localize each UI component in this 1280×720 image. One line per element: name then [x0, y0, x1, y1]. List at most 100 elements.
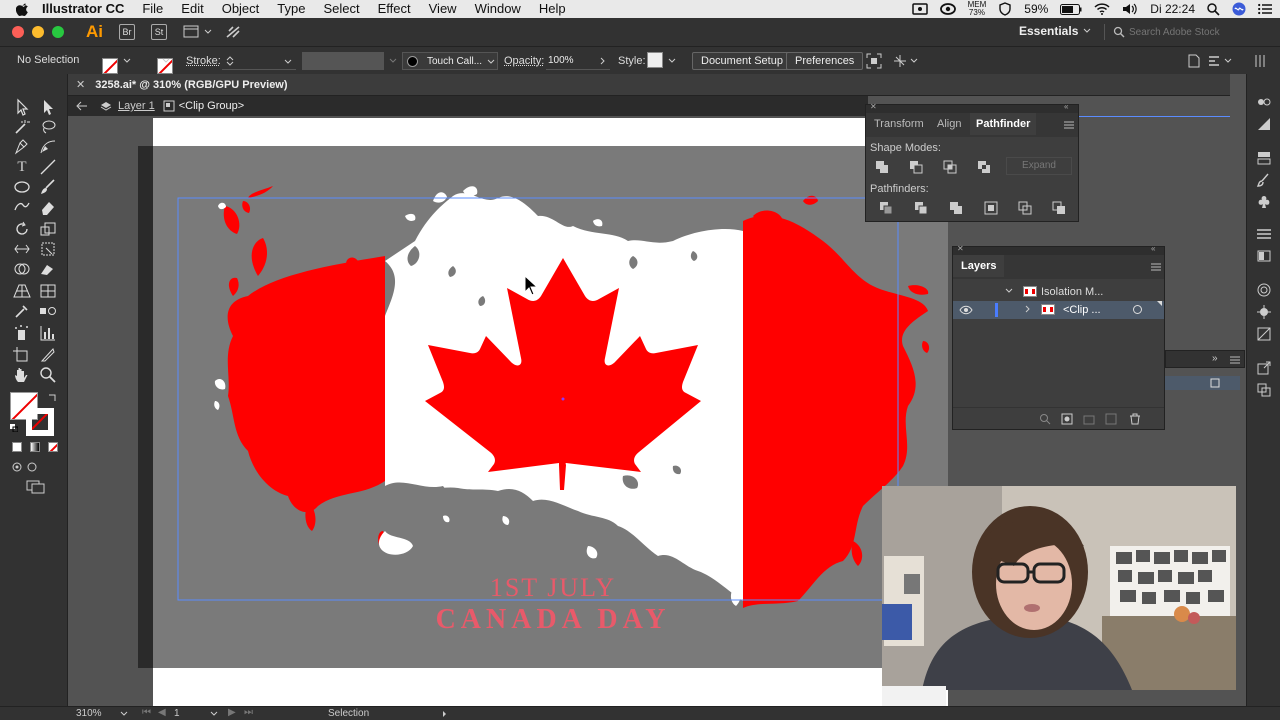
locate-object-icon[interactable] — [1039, 413, 1051, 425]
isolate-icon[interactable] — [866, 53, 882, 69]
transform-icon[interactable] — [892, 53, 918, 69]
outline-icon[interactable] — [1018, 201, 1032, 215]
color-guide-icon[interactable] — [1256, 116, 1272, 132]
layer-row-selected[interactable]: <Clip ... — [953, 301, 1164, 319]
artboards-icon[interactable] — [1256, 382, 1272, 398]
breadcrumb-group[interactable]: <Clip Group> — [179, 100, 244, 112]
tab-pathfinder[interactable]: Pathfinder — [970, 113, 1037, 135]
preferences-button[interactable]: Preferences — [786, 52, 864, 70]
stroke-panel-icon[interactable] — [1256, 226, 1272, 242]
target-circle-icon[interactable] — [1133, 305, 1142, 314]
swatches-icon[interactable] — [1256, 150, 1272, 166]
menu-app-name[interactable]: Illustrator CC — [42, 0, 124, 18]
headline-date[interactable]: 1ST JULY — [490, 573, 616, 602]
chevron-down-icon[interactable] — [210, 711, 218, 717]
artboard-number[interactable]: 1 — [174, 708, 180, 719]
chevron-down-icon[interactable] — [1083, 28, 1091, 34]
stock-search[interactable] — [1104, 24, 1244, 40]
crop-icon[interactable] — [984, 201, 998, 215]
exclude-icon[interactable] — [977, 160, 991, 174]
chevron-right-icon[interactable] — [442, 710, 448, 718]
divide-icon[interactable] — [879, 201, 893, 215]
menu-type[interactable]: Type — [277, 0, 305, 18]
line-segment-tool-icon[interactable] — [38, 158, 58, 176]
shield-icon[interactable] — [998, 2, 1012, 16]
unite-icon[interactable] — [875, 160, 889, 174]
appearance-icon[interactable] — [1256, 282, 1272, 298]
stock-button[interactable]: St — [151, 24, 167, 40]
next-artboard-icon[interactable]: ▶ — [228, 707, 236, 718]
document-tab-title[interactable]: 3258.ai* @ 310% (RGB/GPU Preview) — [95, 79, 287, 91]
align-options-icon[interactable] — [1208, 54, 1234, 68]
hand-tool-icon[interactable] — [12, 366, 32, 384]
chevron-right-icon[interactable] — [1025, 305, 1031, 313]
ellipse-tool-icon[interactable] — [12, 178, 32, 196]
stroke-weight-field[interactable] — [222, 52, 296, 70]
breadcrumb-layer[interactable]: Layer 1 — [118, 100, 155, 112]
tab-transform[interactable]: Transform — [874, 113, 924, 135]
fill-swatch[interactable] — [102, 57, 118, 74]
lasso-tool-icon[interactable] — [38, 118, 58, 136]
brushes-icon[interactable] — [1256, 172, 1272, 188]
apple-icon[interactable] — [16, 2, 30, 16]
none-mode-button[interactable] — [48, 442, 58, 452]
collapsed-panel-row[interactable] — [1165, 376, 1240, 390]
pen-tool-icon[interactable] — [12, 138, 32, 156]
screen-mode-icon[interactable] — [26, 480, 46, 494]
gpu-performance-icon[interactable] — [225, 25, 241, 39]
swap-fill-stroke-icon[interactable] — [48, 392, 58, 402]
battery-icon[interactable] — [1060, 3, 1082, 15]
free-transform-tool-icon[interactable] — [38, 240, 58, 258]
color-icon[interactable] — [1256, 94, 1272, 110]
headline-title[interactable]: CANADA DAY — [436, 604, 671, 635]
eye-icon[interactable] — [959, 305, 973, 315]
panel-menu-icon[interactable] — [1254, 54, 1266, 68]
minus-back-icon[interactable] — [1052, 201, 1066, 215]
stroke-label[interactable]: Stroke: — [186, 55, 221, 67]
previous-artboard-icon[interactable]: ◀ — [158, 707, 166, 718]
mesh-tool-icon[interactable] — [38, 282, 58, 300]
close-tab-icon[interactable]: ✕ — [76, 78, 85, 91]
layer-name[interactable]: Isolation M... — [1041, 286, 1103, 298]
width-tool-icon[interactable] — [12, 240, 32, 258]
stroke-color-swatch[interactable] — [26, 408, 54, 436]
volume-icon[interactable] — [1122, 3, 1138, 15]
perspective-grid-tool-icon[interactable] — [12, 282, 32, 300]
create-layer-icon[interactable] — [1105, 413, 1117, 425]
siri-icon[interactable] — [1232, 2, 1246, 16]
panel-menu-icon[interactable] — [1064, 121, 1074, 129]
graphic-style-swatch[interactable] — [647, 52, 663, 68]
layers-title[interactable]: Layers — [953, 255, 1005, 277]
eraser-tool-icon[interactable] — [38, 198, 58, 216]
paintbrush-tool-icon[interactable] — [38, 178, 58, 196]
close-panel-icon[interactable]: ✕ — [957, 244, 964, 253]
workspace-switcher[interactable]: Essentials — [1019, 24, 1078, 38]
panel-menu-icon[interactable] — [1151, 263, 1161, 271]
last-artboard-icon[interactable]: ⏭ — [244, 707, 253, 718]
document-setup-button[interactable]: Document Setup — [692, 52, 792, 70]
clock[interactable]: Di 22:24 — [1150, 2, 1195, 16]
layer-row[interactable]: Isolation M... — [953, 283, 1164, 301]
opacity-field[interactable]: 100% — [546, 52, 610, 70]
shape-builder-tool-icon[interactable] — [12, 260, 32, 278]
menu-file[interactable]: File — [142, 0, 163, 18]
notification-center-icon[interactable] — [1258, 3, 1272, 15]
collapse-panel-icon[interactable]: « — [1151, 244, 1155, 253]
default-fill-stroke-icon[interactable] — [10, 424, 18, 432]
menu-effect[interactable]: Effect — [378, 0, 411, 18]
chevron-down-icon[interactable] — [123, 58, 131, 64]
symbol-sprayer-tool-icon[interactable] — [12, 324, 32, 342]
expand-button[interactable]: Expand — [1006, 157, 1072, 175]
menu-help[interactable]: Help — [539, 0, 566, 18]
left-red-splash[interactable] — [227, 256, 385, 513]
zoom-tool-icon[interactable] — [38, 366, 58, 384]
gradient-mode-button[interactable] — [30, 442, 40, 452]
back-arrow-icon[interactable] — [76, 101, 88, 111]
bridge-button[interactable]: Br — [119, 24, 135, 40]
export-icon[interactable] — [1256, 360, 1272, 376]
variable-width-profile[interactable] — [302, 52, 384, 70]
trash-icon[interactable] — [1129, 413, 1141, 425]
canada-flag-artwork[interactable]: 1ST JULY CANADA DAY — [153, 146, 948, 668]
layer-name[interactable]: <Clip ... — [1063, 304, 1101, 316]
stepper-arrows-icon[interactable] — [226, 55, 234, 67]
